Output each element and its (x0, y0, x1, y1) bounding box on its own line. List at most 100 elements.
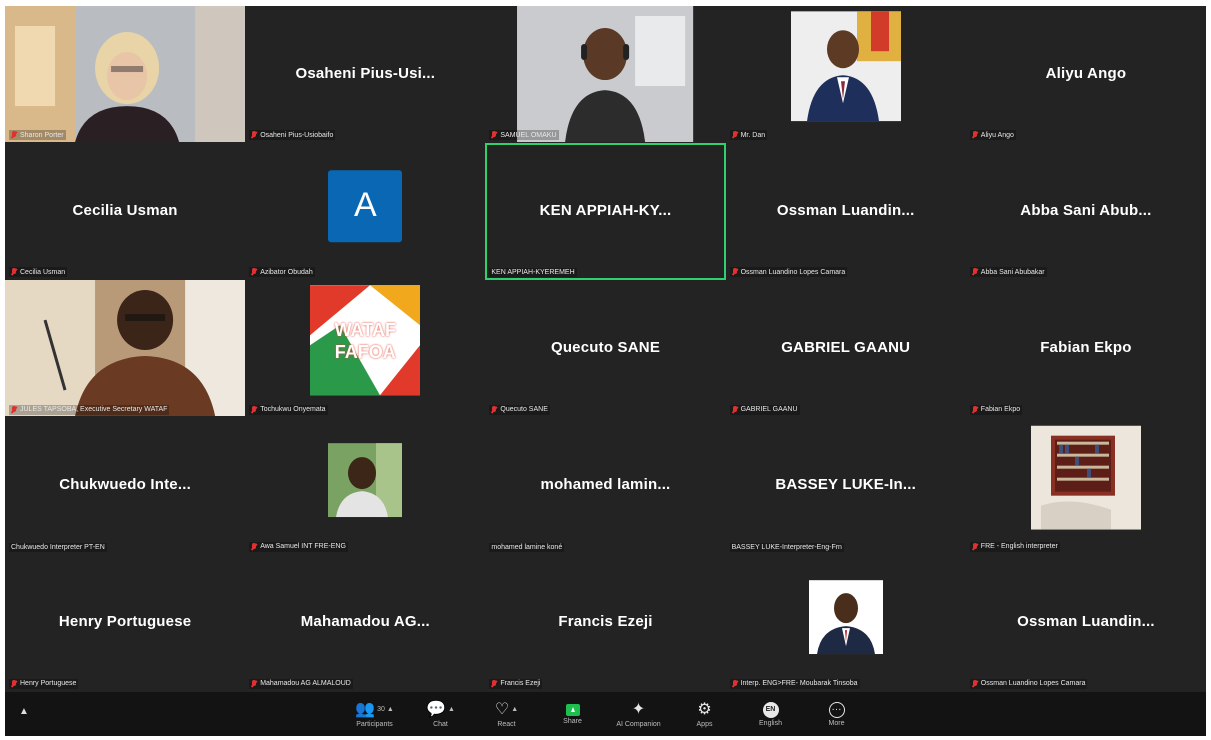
participant-full-name: Interp. ENG>FRE- Moubarak Tinsoba (740, 680, 858, 688)
participant-name-label: Tochukwu Onyemata (249, 404, 328, 415)
muted-mic-icon (732, 131, 738, 139)
participant-photo (245, 418, 485, 555)
participant-tile[interactable]: Henry Portuguese Henry Portuguese (5, 554, 246, 692)
participant-name-label: Ossman Luandino Lopes Camara (729, 267, 848, 278)
participant-full-name: Cecilia Usman (20, 268, 66, 276)
participant-full-name: Henry Portuguese (20, 680, 77, 688)
participant-display-name: Fabian Ekpo (1040, 338, 1132, 356)
participant-tile[interactable]: JULES TAPSOBA, Executive Secretary WATAF (5, 280, 246, 418)
ai-companion-button[interactable]: ✦ AI Companion (606, 694, 672, 734)
participant-tile[interactable]: Fabian Ekpo Fabian Ekpo (965, 280, 1206, 418)
chevron-up-icon[interactable]: ▲ (19, 706, 29, 717)
language-button[interactable]: EN English (738, 694, 804, 734)
meeting-window: Sharon Porter Osaheni Pius-Usi... Osaheni … (5, 6, 1206, 736)
participant-tile[interactable]: Ossman Luandin... Ossman Luandino Lopes C… (965, 554, 1206, 692)
participant-display-name: Mahamadou AG... (300, 613, 430, 631)
muted-mic-icon (491, 405, 497, 414)
sparkle-icon: ✦ (631, 700, 646, 718)
chat-button[interactable]: 💬 ▲ Chat (408, 694, 474, 734)
participants-count: 30 (377, 705, 385, 713)
participant-full-name: Francis Ezeji (500, 680, 541, 688)
muted-mic-icon (11, 405, 17, 414)
participant-photo (726, 6, 966, 143)
chevron-up-icon[interactable]: ▲ (387, 701, 394, 719)
participant-display-name: Chukwuedo Inte... (59, 475, 191, 493)
participants-button[interactable]: 👥 30 ▲ Participants (342, 694, 408, 734)
participant-full-name: GABRIEL GAANU (740, 406, 798, 414)
participant-name-label: Awa Samuel INT FRE-ENG (249, 541, 348, 552)
chat-icon: 💬 (426, 700, 446, 718)
participant-full-name: Ossman Luandino Lopes Camara (740, 268, 846, 276)
organization-logo: WATAF FAFOA (310, 285, 421, 396)
muted-mic-icon (491, 131, 497, 139)
chat-label: Chat (433, 720, 448, 728)
muted-mic-icon (972, 542, 978, 551)
participant-name-label: Cecilia Usman (9, 267, 68, 278)
participant-tile[interactable]: Aliyu Ango Aliyu Ango (965, 6, 1206, 144)
participant-full-name: BASSEY LUKE-Interpreter-Eng-Frn (731, 543, 842, 551)
participant-name-label: mohamed lamine koné (489, 542, 565, 552)
language-label: English (759, 719, 782, 727)
share-label: Share (563, 717, 582, 725)
participant-tile[interactable]: KEN APPIAH-KY... KEN APPIAH-KYEREMEH (485, 143, 726, 281)
language-badge-icon: EN (762, 701, 779, 718)
chevron-up-icon[interactable]: ▲ (448, 701, 455, 719)
participant-name-label: JULES TAPSOBA, Executive Secretary WATAF (9, 404, 170, 415)
participant-display-name: GABRIEL GAANU (781, 338, 911, 356)
apps-label: Apps (696, 720, 713, 728)
muted-mic-icon (972, 131, 978, 139)
participant-tile[interactable]: Osaheni Pius-Usi... Osaheni Pius-Usiobaif… (245, 6, 486, 144)
participant-tile[interactable]: Chukwuedo Inte... Chukwuedo Interpreter P… (5, 417, 246, 555)
participant-tile[interactable]: Ossman Luandin... Ossman Luandino Lopes C… (725, 143, 966, 281)
participant-full-name: Mr. Dan (740, 131, 766, 139)
participant-tile[interactable]: WATAF FAFOA Tochukwu Onyemata (245, 280, 486, 418)
participant-tile[interactable]: Cecilia Usman Cecilia Usman (5, 143, 246, 281)
participant-tile[interactable]: A Azibator Obudah (245, 143, 486, 281)
participant-full-name: Abba Sani Abubakar (980, 268, 1045, 276)
participant-name-label: Osaheni Pius-Usiobaifo (249, 130, 336, 141)
participants-icon: 👥 (355, 700, 376, 718)
participant-tile[interactable]: Sharon Porter (5, 6, 246, 144)
participant-full-name: Osaheni Pius-Usiobaifo (260, 131, 334, 139)
react-button[interactable]: ♡ ▲ React (474, 694, 540, 734)
participant-tile[interactable]: Francis Ezeji Francis Ezeji (485, 554, 726, 692)
participant-name-label: Fabian Ekpo (969, 404, 1023, 415)
participant-tile[interactable]: SAMUEL OMAKU (485, 6, 726, 144)
muted-mic-icon (732, 679, 738, 688)
participant-tile[interactable]: Mahamadou AG... Mahamadou AG ALMALOUD (245, 554, 486, 692)
muted-mic-icon (251, 405, 257, 414)
muted-mic-icon (251, 679, 257, 688)
participant-full-name: Quecuto SANE (500, 406, 548, 414)
participant-tile[interactable]: Mr. Dan (725, 6, 966, 144)
letter-avatar: A (328, 170, 403, 243)
participant-name-label: Interp. ENG>FRE- Moubarak Tinsoba (729, 678, 860, 689)
participant-name-label: KEN APPIAH-KYEREMEH (489, 268, 577, 278)
participant-full-name: Tochukwu Onyemata (260, 406, 326, 414)
participant-tile[interactable]: Quecuto SANE Quecuto SANE (485, 280, 726, 418)
participant-tile[interactable]: FRE - English interpreter (965, 417, 1206, 555)
participant-display-name: Osaheni Pius-Usi... (295, 64, 436, 82)
apps-button[interactable]: ⚙ Apps (672, 694, 738, 734)
more-button[interactable]: ··· More (804, 694, 870, 734)
participant-name-label: BASSEY LUKE-Interpreter-Eng-Frn (729, 542, 844, 552)
participant-tile[interactable]: BASSEY LUKE-In... BASSEY LUKE-Interpreter… (725, 417, 966, 555)
gallery-grid: Sharon Porter Osaheni Pius-Usi... Osaheni … (5, 6, 1206, 692)
muted-mic-icon (11, 679, 17, 688)
muted-mic-icon (972, 268, 978, 276)
participant-full-name: mohamed lamine koné (491, 543, 563, 551)
participant-tile[interactable]: Interp. ENG>FRE- Moubarak Tinsoba (725, 554, 966, 692)
participant-tile[interactable]: Awa Samuel INT FRE-ENG (245, 417, 486, 555)
participant-tile[interactable]: mohamed lamin... mohamed lamine koné (485, 417, 726, 555)
participant-display-name: Abba Sani Abub... (1020, 201, 1152, 219)
participant-display-name: KEN APPIAH-KY... (539, 201, 672, 219)
share-button[interactable]: Share (540, 694, 606, 734)
participant-full-name: Fabian Ekpo (980, 406, 1021, 414)
chevron-up-icon[interactable]: ▲ (511, 701, 518, 719)
participant-name-label: Francis Ezeji (489, 678, 543, 689)
participant-video (5, 280, 246, 417)
muted-mic-icon (251, 131, 257, 139)
participant-display-name: Ossman Luandin... (1017, 613, 1155, 631)
participant-full-name: Mahamadou AG ALMALOUD (260, 680, 351, 688)
participant-tile[interactable]: GABRIEL GAANU GABRIEL GAANU (725, 280, 966, 418)
participant-tile[interactable]: Abba Sani Abub... Abba Sani Abubakar (965, 143, 1206, 281)
